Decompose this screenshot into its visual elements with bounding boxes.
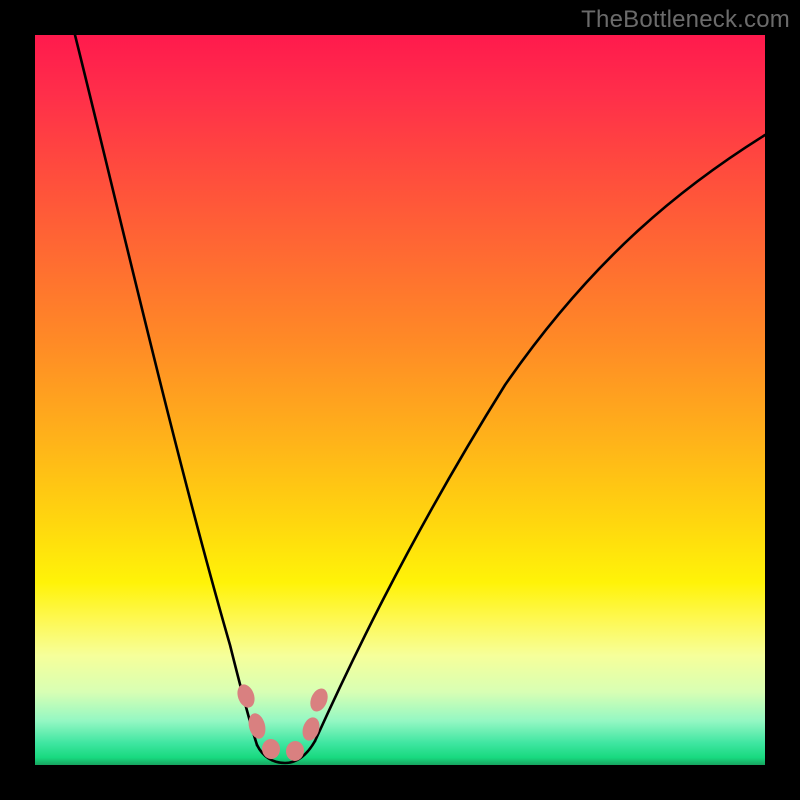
- marker-cluster: [234, 682, 331, 762]
- marker-left-upper: [234, 682, 257, 710]
- curve-right: [315, 135, 765, 741]
- curve-layer: [35, 35, 765, 765]
- chart-frame: TheBottleneck.com: [0, 0, 800, 800]
- marker-right-upper: [307, 686, 331, 714]
- plot-area: [35, 35, 765, 765]
- watermark-text: TheBottleneck.com: [581, 6, 790, 34]
- marker-bottom-right: [285, 740, 306, 762]
- curve-left: [75, 35, 257, 745]
- marker-right-lower: [300, 715, 323, 743]
